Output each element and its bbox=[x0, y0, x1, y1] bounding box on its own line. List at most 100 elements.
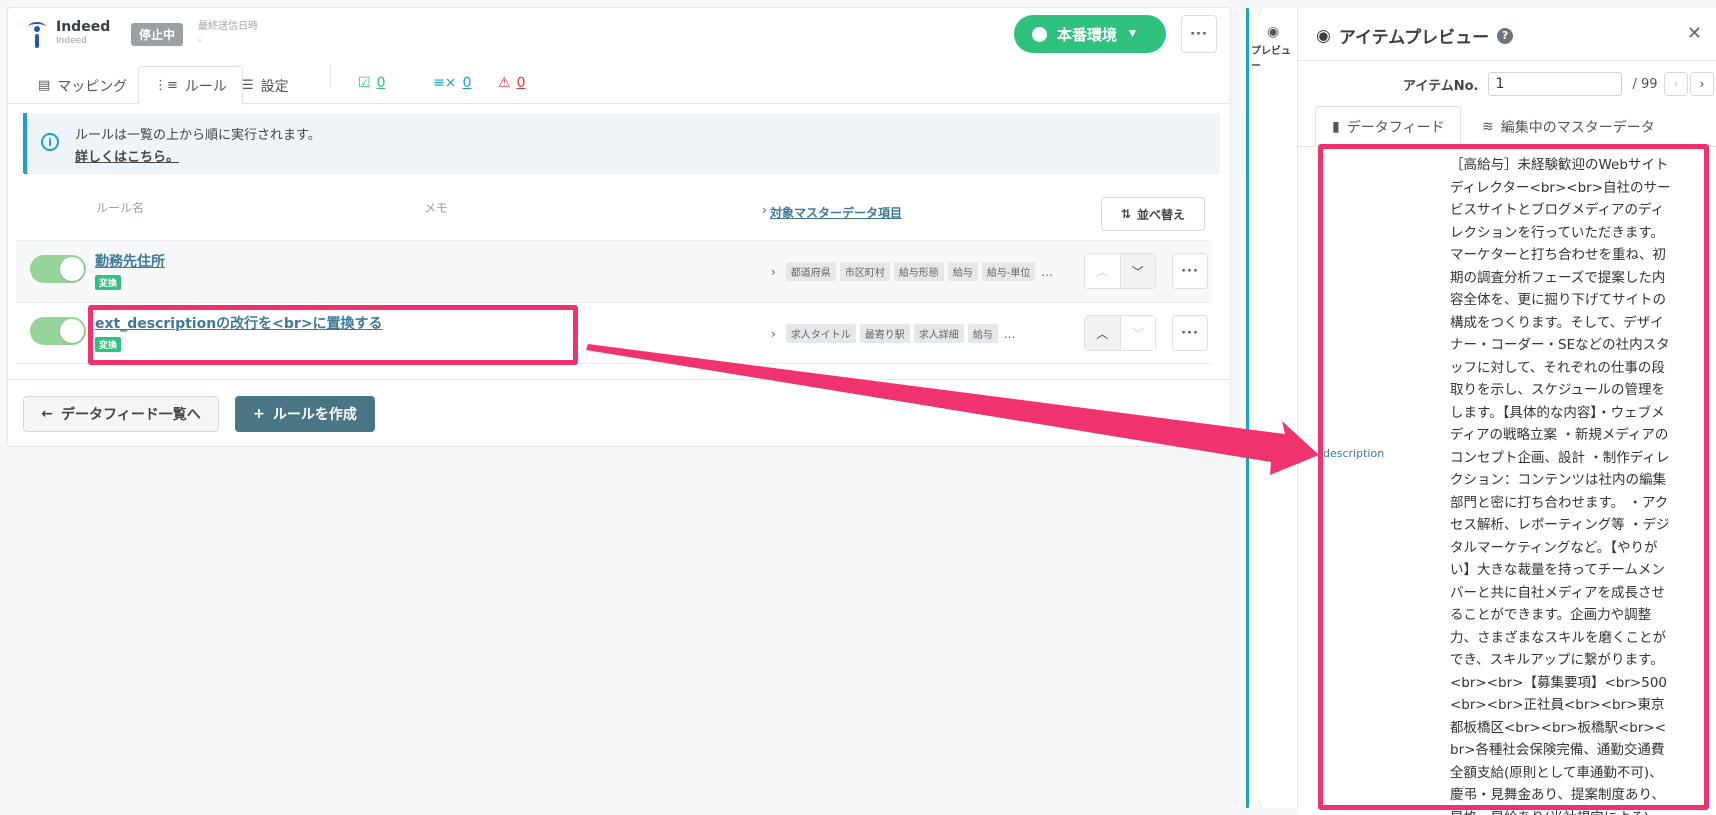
target-fields[interactable]: › 求人タイトル 最寄り駅 求人詳細 給与 ... bbox=[771, 324, 1015, 343]
skip-counter[interactable]: ≡× 0 bbox=[433, 75, 471, 91]
item-number: アイテムNo. 1 / 99 bbox=[1403, 72, 1658, 96]
highlight-preview-box bbox=[1318, 144, 1709, 810]
warning-icon: ⚠ bbox=[498, 75, 511, 91]
field-chip: 求人詳細 bbox=[913, 324, 964, 343]
info-banner: i ルールは一覧の上から順に実行されます。 詳しくはこちら。 bbox=[23, 113, 1219, 173]
tab-divider bbox=[330, 66, 331, 86]
environment-button[interactable]: 本番環境 ▼ bbox=[1014, 15, 1166, 53]
field-chip: 最寄り駅 bbox=[859, 324, 910, 343]
move-up-icon[interactable]: ︿ bbox=[1085, 316, 1120, 350]
back-label: データフィード一覧へ bbox=[61, 407, 201, 423]
preview-title: ◉ アイテムプレビュー ? bbox=[1316, 23, 1514, 48]
help-icon[interactable]: ? bbox=[1497, 27, 1514, 44]
eye-icon: ◉ bbox=[1316, 25, 1331, 46]
database-icon: ≋ bbox=[1482, 118, 1494, 135]
move-up-icon[interactable]: ︿ bbox=[1085, 254, 1120, 288]
divider bbox=[1298, 60, 1716, 61]
preview-tabs: ▮ データフィード ≋ 編集中のマスターデータ bbox=[1298, 106, 1716, 147]
check-icon: ☑ bbox=[358, 75, 371, 91]
preview-side-label: プレビュー bbox=[1251, 46, 1291, 72]
tabs: ▤ マッピング ⋮≡ ルール ☰ 設定 ☑ 0 ≡× 0 ⚠ 0 bbox=[8, 61, 1230, 105]
rule-toggle[interactable] bbox=[30, 317, 86, 345]
skip-icon: ≡× bbox=[433, 75, 457, 91]
info-icon: i bbox=[41, 133, 59, 151]
tab-rules-label: ルール bbox=[184, 78, 227, 95]
field-chip: 都道府県 bbox=[785, 262, 836, 281]
more-fields: ... bbox=[1003, 326, 1016, 341]
last-sent: 最終送信日時 - bbox=[198, 20, 258, 48]
row-more-button[interactable]: ··· bbox=[1172, 315, 1208, 351]
tab-mapping[interactable]: ▤ マッピング bbox=[38, 67, 127, 104]
brand: Indeed Indeed bbox=[56, 19, 110, 47]
eye-icon: ◉ bbox=[1267, 24, 1280, 40]
warn-counter[interactable]: ⚠ 0 bbox=[498, 75, 525, 91]
settings-icon: ☰ bbox=[242, 78, 254, 93]
arrow-left-icon: ← bbox=[41, 406, 53, 422]
prev-item-icon[interactable]: ‹ bbox=[1664, 72, 1688, 96]
warn-count: 0 bbox=[516, 75, 526, 91]
table-row: 勤務先住所 変換 › 都道府県 市区町村 給与形態 給与 給与-単位 ... ︿… bbox=[16, 240, 1212, 302]
field-chip: 求人タイトル bbox=[785, 324, 856, 343]
column-memo: メモ bbox=[424, 201, 449, 215]
column-rule-name: ルール名 bbox=[96, 201, 145, 215]
item-total: / 99 bbox=[1632, 76, 1658, 92]
chevron-right-icon: › bbox=[762, 203, 767, 217]
ok-count: 0 bbox=[376, 75, 386, 91]
row-more-button[interactable]: ··· bbox=[1172, 253, 1208, 289]
ok-counter[interactable]: ☑ 0 bbox=[358, 75, 385, 91]
move-down-icon[interactable]: ﹀ bbox=[1119, 254, 1155, 288]
field-chip: 給与-単位 bbox=[981, 262, 1036, 281]
preview-side-tab[interactable]: ◉ プレビュー bbox=[1246, 8, 1298, 808]
brand-sub: Indeed bbox=[56, 36, 87, 46]
tab-data-feed-label: データフィード bbox=[1346, 119, 1445, 136]
indeed-logo-icon bbox=[24, 22, 50, 52]
sort-icon: ⇅ bbox=[1120, 207, 1132, 221]
sort-button[interactable]: ⇅ 並べ替え bbox=[1101, 197, 1205, 231]
field-chip: 給与形態 bbox=[893, 262, 944, 281]
next-item-icon[interactable]: › bbox=[1690, 72, 1714, 96]
back-to-feeds-button[interactable]: ← データフィード一覧へ bbox=[23, 396, 219, 432]
header-more-button[interactable]: ··· bbox=[1181, 15, 1217, 53]
rule-toggle[interactable] bbox=[30, 255, 86, 283]
target-fields[interactable]: › 都道府県 市区町村 給与形態 給与 給与-単位 ... bbox=[771, 262, 1053, 281]
highlight-rule-box bbox=[88, 305, 578, 365]
item-no-label: アイテムNo. bbox=[1403, 78, 1479, 94]
reorder-buttons: ︿ ﹀ bbox=[1084, 315, 1156, 351]
tab-data-feed[interactable]: ▮ データフィード bbox=[1315, 106, 1462, 147]
rule-icon: ⋮≡ bbox=[154, 78, 178, 93]
skip-count: 0 bbox=[462, 75, 472, 91]
tab-master-data-label: 編集中のマスターデータ bbox=[1500, 119, 1655, 136]
tab-settings[interactable]: ☰ 設定 bbox=[242, 67, 289, 104]
caret-down-icon: ▼ bbox=[1129, 29, 1136, 39]
create-rule-button[interactable]: + ルールを作成 bbox=[235, 396, 375, 432]
status-badge: 停止中 bbox=[131, 23, 184, 46]
tab-mapping-label: マッピング bbox=[57, 78, 128, 95]
more-fields: ... bbox=[1041, 264, 1053, 279]
field-chip: 給与 bbox=[967, 324, 998, 343]
environment-label: 本番環境 bbox=[1057, 25, 1118, 44]
create-label: ルールを作成 bbox=[272, 407, 357, 423]
move-down-icon[interactable]: ﹀ bbox=[1119, 316, 1155, 350]
rule-type-tag: 変換 bbox=[95, 275, 122, 290]
status-dot-icon bbox=[1032, 26, 1047, 42]
tab-settings-label: 設定 bbox=[260, 78, 289, 95]
info-link[interactable]: 詳しくはこちら。 bbox=[75, 146, 179, 165]
info-text: ルールは一覧の上から順に実行されます。 bbox=[75, 128, 321, 143]
field-chip: 市区町村 bbox=[839, 262, 890, 281]
chevron-right-icon: › bbox=[771, 326, 776, 341]
mapping-icon: ▤ bbox=[38, 78, 51, 93]
column-target[interactable]: 対象マスターデータ項目 bbox=[770, 204, 902, 221]
rule-name-link[interactable]: 勤務先住所 bbox=[95, 251, 165, 271]
plus-icon: + bbox=[253, 406, 265, 422]
tab-rules[interactable]: ⋮≡ ルール bbox=[138, 66, 243, 105]
last-sent-value: - bbox=[198, 35, 202, 46]
close-icon[interactable]: ✕ bbox=[1687, 23, 1702, 44]
document-icon: ▮ bbox=[1332, 118, 1340, 135]
brand-name: Indeed bbox=[56, 19, 111, 35]
item-no-input[interactable]: 1 bbox=[1488, 72, 1623, 96]
reorder-buttons: ︿ ﹀ bbox=[1084, 253, 1156, 289]
chevron-right-icon: › bbox=[771, 264, 776, 279]
preview-title-text: アイテムプレビュー bbox=[1338, 28, 1490, 48]
last-sent-label: 最終送信日時 bbox=[198, 21, 258, 32]
tab-master-data[interactable]: ≋ 編集中のマスターデータ bbox=[1482, 106, 1655, 147]
